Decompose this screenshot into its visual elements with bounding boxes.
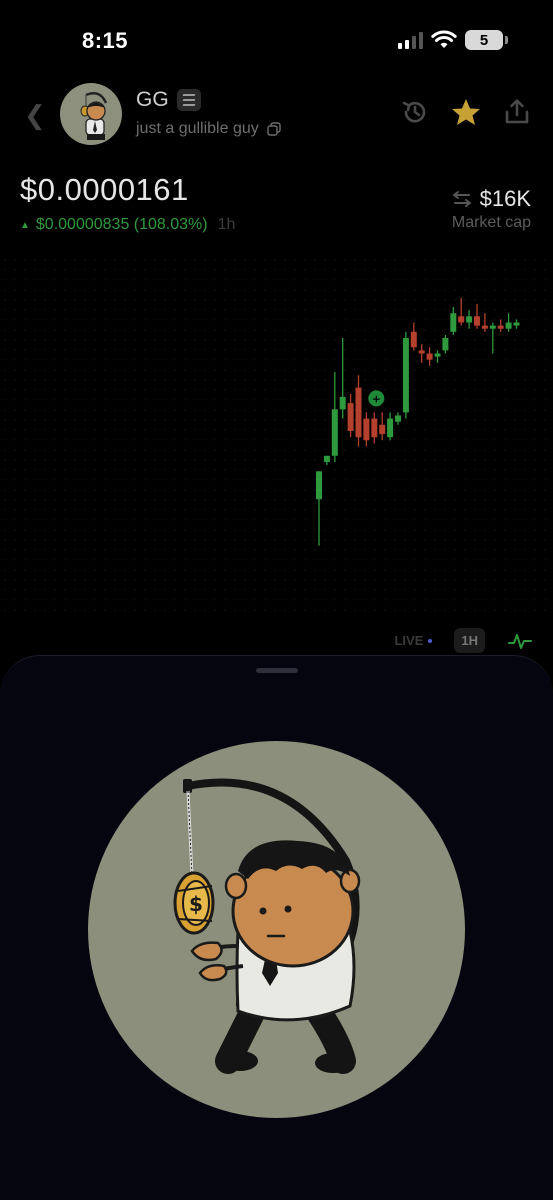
price-change-value: $0.00000835 (108.03%) bbox=[35, 216, 208, 233]
candle-body bbox=[379, 424, 386, 435]
candle-body bbox=[489, 325, 496, 329]
signal-icon bbox=[398, 31, 423, 49]
market-cap-value: $16K bbox=[479, 186, 531, 211]
live-indicator[interactable]: LIVE bbox=[394, 633, 433, 648]
token-name: GG bbox=[136, 88, 169, 111]
candle-body bbox=[474, 316, 480, 326]
chart-controls: LIVE 1H bbox=[394, 628, 533, 653]
token-description-row: just a gullible guy bbox=[136, 120, 281, 138]
candle-body bbox=[371, 418, 378, 438]
candle-body bbox=[316, 471, 322, 500]
candle-body bbox=[347, 403, 354, 431]
header-actions bbox=[401, 98, 531, 126]
candle-body bbox=[505, 322, 512, 329]
candle-body bbox=[339, 396, 346, 410]
token-image: $ bbox=[88, 741, 465, 1118]
token-description: just a gullible guy bbox=[136, 120, 259, 137]
candle-body bbox=[402, 338, 409, 413]
candle-body bbox=[450, 313, 457, 332]
candle-body bbox=[458, 316, 465, 323]
svg-text:$: $ bbox=[189, 892, 203, 916]
star-icon[interactable] bbox=[451, 98, 481, 126]
candle-body bbox=[426, 353, 433, 360]
solana-icon bbox=[176, 89, 201, 111]
candle-body bbox=[513, 322, 520, 326]
candle-body bbox=[442, 338, 449, 351]
candle-body bbox=[395, 415, 401, 422]
candle-body bbox=[466, 316, 473, 323]
chart-type-icon[interactable] bbox=[507, 631, 533, 651]
copy-icon[interactable] bbox=[267, 122, 281, 136]
live-label: LIVE bbox=[394, 633, 424, 648]
token-name-row: GG bbox=[136, 88, 201, 112]
market-cap-label: Market cap bbox=[451, 214, 531, 231]
trade-marker-plus: + bbox=[372, 392, 381, 405]
live-dot-icon bbox=[428, 638, 433, 643]
swap-icon[interactable] bbox=[452, 190, 472, 208]
candle-body bbox=[410, 331, 417, 348]
up-arrow-icon: ▲ bbox=[20, 219, 30, 231]
price-change: ▲ $0.00000835 (108.03%) 1h bbox=[20, 216, 235, 234]
market-cap-row[interactable]: $16K bbox=[452, 186, 531, 212]
status-time: 8:15 bbox=[82, 28, 129, 53]
candle-body bbox=[355, 387, 362, 438]
candle-body bbox=[331, 409, 338, 456]
status-icons: 5 bbox=[398, 30, 508, 50]
image-bottom-sheet: $ bbox=[0, 655, 553, 1200]
price-change-timeframe: 1h bbox=[217, 216, 236, 233]
token-price: $0.0000161 bbox=[20, 172, 189, 207]
status-bar: 8:15 5 bbox=[0, 0, 553, 80]
token-header: ❮ GG just a gullible guy bbox=[0, 80, 553, 150]
token-avatar[interactable] bbox=[60, 83, 122, 145]
history-icon[interactable] bbox=[401, 98, 429, 126]
sheet-drag-handle[interactable] bbox=[256, 668, 298, 673]
candlestick-chart[interactable]: + bbox=[0, 255, 553, 615]
battery-icon: 5 bbox=[465, 30, 508, 50]
share-icon[interactable] bbox=[503, 98, 531, 126]
price-chart[interactable]: + bbox=[0, 255, 553, 615]
wifi-icon bbox=[431, 30, 457, 48]
candle-body bbox=[481, 325, 488, 329]
candle-body bbox=[434, 353, 441, 357]
candle-body bbox=[387, 418, 394, 438]
candle-body bbox=[497, 325, 504, 329]
candle-body bbox=[418, 350, 425, 354]
back-icon[interactable]: ❮ bbox=[24, 100, 46, 131]
timeframe-button[interactable]: 1H bbox=[454, 628, 485, 653]
candle-body bbox=[363, 418, 370, 441]
candle-body bbox=[323, 455, 330, 462]
